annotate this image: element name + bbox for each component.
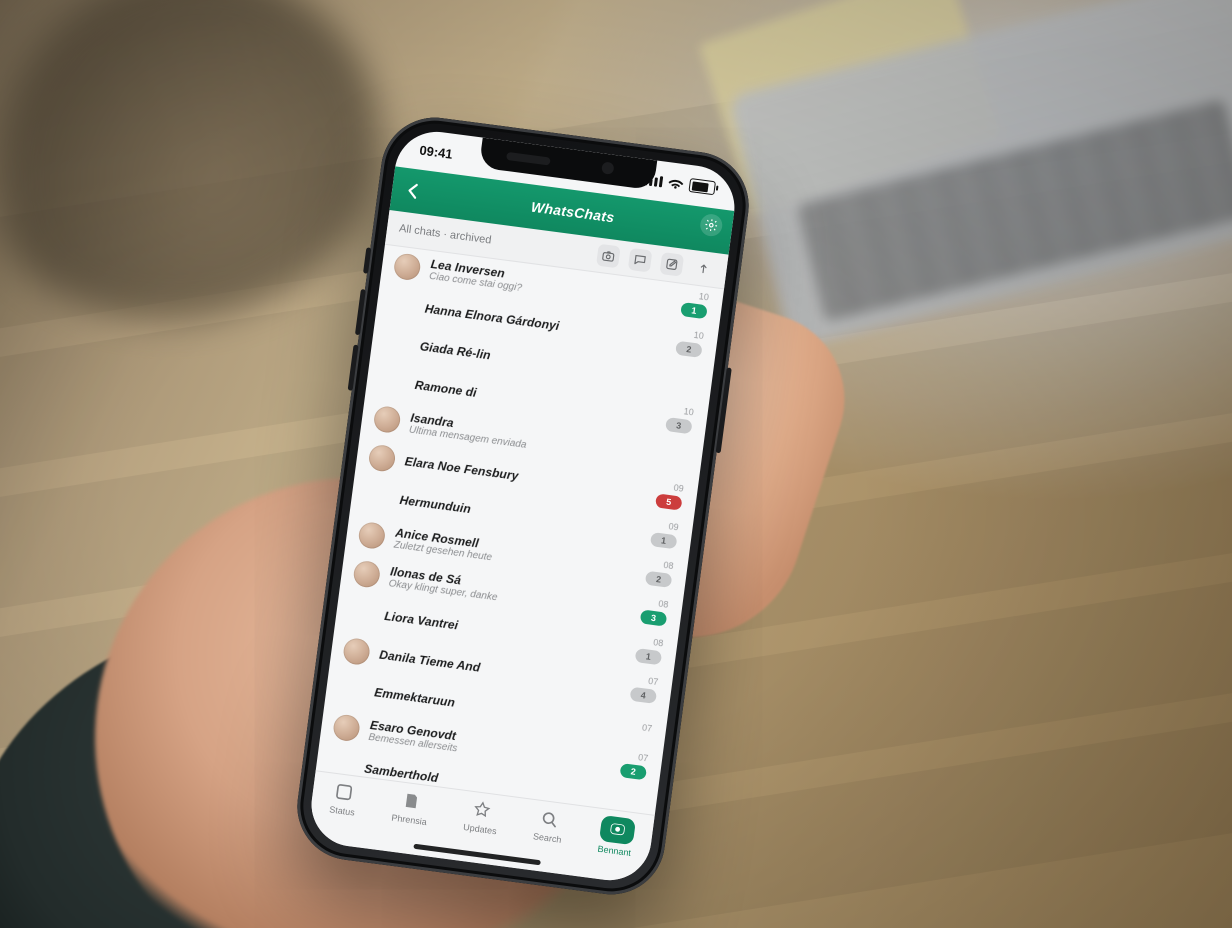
chat-time: 10 <box>698 291 709 302</box>
tab-label: Bennant <box>597 844 632 858</box>
chat-time: 07 <box>641 722 652 733</box>
tab-label: Updates <box>463 822 498 836</box>
camera-button[interactable] <box>596 244 621 269</box>
chat-time: 09 <box>673 483 684 494</box>
chat-time: 07 <box>648 676 659 687</box>
avatar <box>368 443 397 472</box>
avatar <box>342 636 371 665</box>
chat-meta: 095 <box>655 480 684 510</box>
status-time: 09:41 <box>419 142 454 161</box>
tab-label: Search <box>532 831 562 845</box>
chat-bubble-icon <box>632 252 648 268</box>
chat-time: 08 <box>658 599 669 610</box>
tab-status[interactable]: Status <box>329 780 359 818</box>
scene-photo: 09:41 WhatsChats <box>0 0 1232 928</box>
tab-updates[interactable]: Updates <box>463 797 501 836</box>
battery-icon <box>688 178 716 195</box>
compose-icon <box>664 257 680 273</box>
avatar <box>352 559 381 588</box>
tab-label: Phrensia <box>391 813 428 828</box>
unread-badge: 3 <box>640 609 668 626</box>
chat-meta: 083 <box>640 596 669 626</box>
camera-icon <box>601 248 617 264</box>
arrow-up-icon <box>696 261 712 277</box>
back-icon[interactable] <box>401 179 426 204</box>
tab-bennant[interactable]: Bennant <box>597 815 636 858</box>
avatar <box>393 252 422 281</box>
chat-meta: 082 <box>645 558 674 588</box>
unread-badge: 5 <box>655 493 683 510</box>
gear-icon <box>703 217 719 233</box>
chat-time: 10 <box>693 330 704 341</box>
unread-badge: 1 <box>680 302 708 319</box>
tab-search[interactable]: Search <box>532 806 565 844</box>
unread-badge: 2 <box>645 571 673 588</box>
compose-button[interactable] <box>659 252 684 277</box>
chat-meta: 102 <box>675 328 704 358</box>
chat-meta: 101 <box>680 289 709 319</box>
chat-time: 07 <box>638 752 649 763</box>
chat-meta: 074 <box>630 674 659 704</box>
chat-meta: 07 <box>641 722 652 733</box>
tab-label: Status <box>329 804 356 817</box>
chat-meta: 072 <box>619 750 648 780</box>
chat-meta: 081 <box>635 635 664 665</box>
more-button[interactable] <box>691 256 716 281</box>
unread-badge: 4 <box>630 687 658 704</box>
chat-list[interactable]: Lea InversenCiao come stai oggi?101Hanna… <box>315 244 724 822</box>
chat-time: 08 <box>663 560 674 571</box>
chat-time: 08 <box>653 637 664 648</box>
unread-badge: 2 <box>675 341 703 358</box>
chat-time: 10 <box>683 406 694 417</box>
unread-badge: 2 <box>619 763 647 780</box>
chat-meta: 091 <box>650 519 679 549</box>
avatar <box>357 520 386 549</box>
unread-badge: 1 <box>650 532 678 549</box>
tab-icon <box>330 780 359 805</box>
tab-icon <box>397 788 426 813</box>
tab-icon <box>535 807 564 832</box>
avatar <box>373 405 402 434</box>
chat-meta: 103 <box>665 404 694 434</box>
phone-screen: 09:41 WhatsChats <box>306 127 739 885</box>
wifi-icon <box>668 175 685 192</box>
tab-icon <box>468 798 497 823</box>
chat-time: 09 <box>668 521 679 532</box>
avatar <box>332 713 361 742</box>
unread-badge: 1 <box>635 648 663 665</box>
tab-icon <box>598 815 635 845</box>
tab-phrensia[interactable]: Phrensia <box>391 788 431 827</box>
filter-button[interactable] <box>628 248 653 273</box>
unread-badge: 3 <box>665 417 693 434</box>
